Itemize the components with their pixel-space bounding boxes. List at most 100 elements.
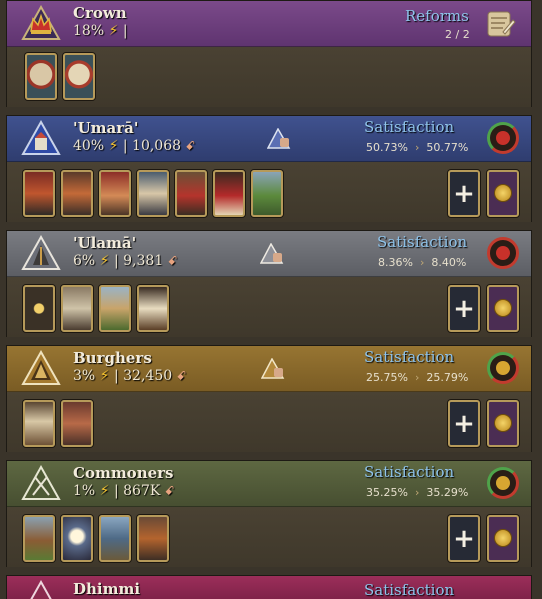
crown-privilege-slots [25,53,101,100]
stats-separator: | [113,368,119,384]
gold-button[interactable] [487,170,519,217]
satisfaction-label: Satisfaction [364,348,455,366]
privilege-card-icon[interactable] [61,285,93,332]
privilege-card-icon[interactable] [23,400,55,447]
privilege-card-icon[interactable] [23,285,55,332]
estate-stats: 40% ⚡ | 10,068 ꗃ [73,138,195,154]
satisfaction-current: 25.75% [366,371,408,384]
hand-triangle-icon[interactable] [260,243,286,265]
satisfaction-label: Satisfaction [364,118,455,136]
stats-separator: | [122,23,128,39]
lightning-icon: ⚡ [99,483,110,499]
stats-separator: | [122,138,128,154]
estate-power: 3% [73,368,96,384]
estate-header-ulama: 'Ulamā' 6% ⚡ | 9,381 ꗃ Satisfaction 8.36… [7,231,531,277]
estate-panel-ulama: 'Ulamā' 6% ⚡ | 9,381 ꗃ Satisfaction 8.36… [6,230,532,337]
satisfaction-ring-icon[interactable] [487,237,519,269]
estate-body-commoners: + [7,507,531,567]
lightning-icon: ⚡ [99,253,110,269]
crown-icon [21,5,61,40]
privilege-slots [23,400,99,447]
estate-header-umara: 'Umarā' 40% ⚡ | 10,068 ꗃ Satisfaction 50… [7,116,531,162]
gold-button[interactable] [487,400,519,447]
face-icon [496,246,510,260]
stats-separator: | [113,483,119,499]
plus-icon: + [453,293,475,324]
satisfaction-label: Satisfaction [364,581,455,599]
crown-body [7,47,531,107]
privilege-card-icon[interactable] [213,170,245,217]
privilege-card-icon[interactable] [175,170,207,217]
satisfaction-target: 35.29% [426,486,469,499]
privilege-card-icon[interactable] [61,400,93,447]
privilege-card-icon[interactable] [99,515,131,562]
gold-button[interactable] [487,515,519,562]
estate-actions: + [441,515,519,562]
triangle-estate-icon [21,120,61,155]
gold-coins-icon [494,299,512,317]
crown-panel: Crown 18% ⚡ | Reforms 2 / 2 [6,0,532,107]
add-privilege-button[interactable]: + [448,400,480,447]
face-icon [496,361,510,375]
privilege-card-icon[interactable] [137,285,169,332]
privilege-card-icon[interactable] [23,170,55,217]
estate-panel-umara: 'Umarā' 40% ⚡ | 10,068 ꗃ Satisfaction 50… [6,115,532,222]
estate-panel-dhimmi: Dhimmi Satisfaction [6,575,532,599]
hand-triangle-icon[interactable] [261,358,287,380]
add-privilege-button[interactable]: + [448,285,480,332]
estate-power: 40% [73,138,105,154]
privilege-card-icon[interactable] [23,515,55,562]
reforms-label[interactable]: Reforms [405,7,469,25]
plus-icon: + [453,408,475,439]
lightning-icon: ⚡ [99,368,110,384]
arrow-icon: › [414,141,420,154]
privilege-card-icon[interactable] [137,515,169,562]
gold-button[interactable] [487,285,519,332]
estate-stats: 6% ⚡ | 9,381 ꗃ [73,253,177,269]
privilege-slots [23,170,289,217]
satisfaction-values: 8.36% › 8.40% [378,256,466,269]
estate-actions: + [441,285,519,332]
estate-stats: 1% ⚡ | 867K ꗃ [73,483,174,499]
satisfaction-label: Satisfaction [364,463,455,481]
satisfaction-ring-icon[interactable] [487,122,519,154]
population-icon: ꗃ [176,369,187,383]
privilege-card-icon[interactable] [63,53,95,100]
crown-power: 18% [73,23,105,39]
reforms-count: 2 / 2 [445,28,470,41]
privilege-card-icon[interactable] [25,53,57,100]
satisfaction-ring-icon[interactable] [487,352,519,384]
lightning-icon: ⚡ [108,23,119,39]
estate-panel-commoners: Commoners 1% ⚡ | 867K ꗃ Satisfaction 35.… [6,460,532,567]
estate-header-burghers: Burghers 3% ⚡ | 32,450 ꗃ Satisfaction 25… [7,346,531,392]
plus-icon: + [453,523,475,554]
plus-icon: + [453,178,475,209]
arrow-icon: › [414,486,420,499]
estate-population: 32,450 [123,368,173,384]
crown-stats: 18% ⚡ | [73,23,128,39]
add-privilege-button[interactable]: + [448,170,480,217]
scroll-icon[interactable] [483,6,517,40]
triangle-estate-icon [21,350,61,385]
crown-header: Crown 18% ⚡ | Reforms 2 / 2 [7,1,531,47]
privilege-card-icon[interactable] [61,515,93,562]
satisfaction-target: 25.79% [426,371,469,384]
estate-actions: + [441,170,519,217]
gold-coins-icon [494,414,512,432]
satisfaction-ring-icon[interactable] [487,467,519,499]
privilege-card-icon[interactable] [99,170,131,217]
add-privilege-button[interactable]: + [448,515,480,562]
estate-stats: 3% ⚡ | 32,450 ꗃ [73,368,186,384]
hand-triangle-icon[interactable] [267,128,293,150]
estate-header-commoners: Commoners 1% ⚡ | 867K ꗃ Satisfaction 35.… [7,461,531,507]
privilege-card-icon[interactable] [61,170,93,217]
satisfaction-target: 50.77% [426,141,469,154]
estate-panel-burghers: Burghers 3% ⚡ | 32,450 ꗃ Satisfaction 25… [6,345,532,452]
privilege-card-icon[interactable] [251,170,283,217]
estate-name: Dhimmi [73,580,141,598]
privilege-card-icon[interactable] [99,285,131,332]
estate-name: Burghers [73,349,152,367]
satisfaction-values: 25.75% › 25.79% [366,371,468,384]
privilege-slots [23,515,175,562]
privilege-card-icon[interactable] [137,170,169,217]
